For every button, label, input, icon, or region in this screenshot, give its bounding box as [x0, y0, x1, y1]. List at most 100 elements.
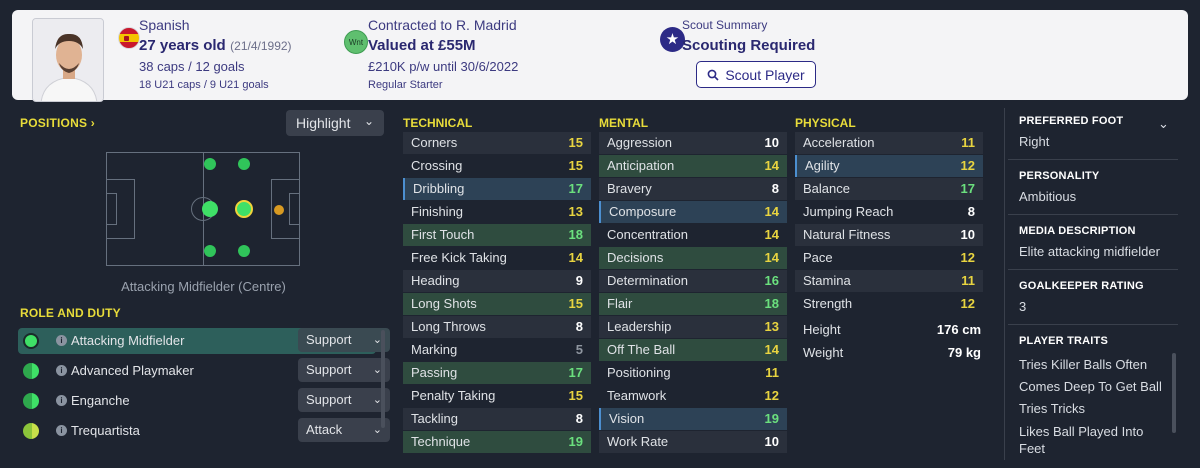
age: 27 years old — [139, 37, 226, 54]
squad-status: Regular Starter — [368, 79, 443, 91]
positions-title: POSITIONS — [20, 116, 88, 130]
attribute-row[interactable]: Work Rate 10 — [599, 431, 787, 453]
attribute-row[interactable]: Technique 19 — [403, 431, 591, 453]
role-row[interactable]: i Enganche Support ⌄ — [18, 388, 390, 414]
attribute-name: Anticipation — [607, 158, 675, 173]
divider — [1008, 324, 1178, 325]
attribute-row[interactable]: Stamina 11 — [795, 270, 983, 292]
divider — [1008, 269, 1178, 270]
attribute-row[interactable]: Decisions 14 — [599, 247, 787, 269]
attribute-row[interactable]: Free Kick Taking 14 — [403, 247, 591, 269]
wage-info: £210K p/w until 30/6/2022 — [368, 59, 519, 74]
attribute-row[interactable]: Composure 14 — [599, 201, 787, 223]
attribute-row[interactable]: Long Shots 15 — [403, 293, 591, 315]
attribute-value: 14 — [568, 250, 583, 265]
role-row[interactable]: i Advanced Playmaker Support ⌄ — [18, 358, 390, 384]
info-icon[interactable]: i — [56, 425, 67, 436]
role-row[interactable]: i Trequartista Attack ⌄ — [18, 418, 390, 444]
duty-dropdown[interactable]: Support ⌄ — [298, 328, 390, 352]
preferred-foot-value: Right — [1019, 134, 1050, 149]
attribute-value: 17 — [568, 181, 583, 196]
attribute-row[interactable]: Penalty Taking 15 — [403, 385, 591, 407]
attribute-name: Natural Fitness — [803, 227, 891, 242]
attribute-row[interactable]: Jumping Reach 8 — [795, 201, 983, 223]
attribute-row[interactable]: Long Throws 8 — [403, 316, 591, 338]
attribute-row[interactable]: Marking 5 — [403, 339, 591, 361]
attribute-row[interactable]: Vision 19 — [599, 408, 787, 430]
contract-label: Contracted to R. Madrid — [368, 17, 517, 33]
attribute-row[interactable]: Off The Ball 14 — [599, 339, 787, 361]
scout-player-button[interactable]: Scout Player — [696, 61, 816, 88]
right-goal-box — [289, 193, 299, 225]
attribute-row[interactable]: Flair 18 — [599, 293, 787, 315]
role-row[interactable]: i Attacking Midfielder Support ⌄ — [18, 328, 390, 354]
attribute-row[interactable]: Passing 17 — [403, 362, 591, 384]
attribute-value: 14 — [764, 250, 779, 265]
duty-dropdown[interactable]: Support ⌄ — [298, 358, 390, 382]
attribute-value: 16 — [764, 273, 779, 288]
height-value: 176 cm — [936, 322, 981, 337]
weight-value: 79 kg — [947, 345, 981, 360]
attribute-row[interactable]: Dribbling 17 — [403, 178, 591, 200]
attribute-row[interactable]: Anticipation 14 — [599, 155, 787, 177]
duty-label: Attack — [306, 422, 343, 437]
attribute-name: Teamwork — [607, 388, 667, 403]
attribute-name: Vision — [609, 411, 645, 426]
attribute-value: 15 — [568, 158, 583, 173]
duty-dropdown[interactable]: Attack ⌄ — [298, 418, 390, 442]
attribute-value: 12 — [960, 296, 975, 311]
attribute-value: 19 — [568, 434, 583, 449]
attribute-row[interactable]: Positioning 11 — [599, 362, 787, 384]
attribute-row[interactable]: Finishing 13 — [403, 201, 591, 223]
attribute-row[interactable]: Teamwork 12 — [599, 385, 787, 407]
info-icon[interactable]: i — [56, 395, 67, 406]
chevron-down-icon[interactable]: ⌄ — [1158, 116, 1169, 132]
info-icon[interactable]: i — [56, 365, 67, 376]
attribute-row[interactable]: Determination 16 — [599, 270, 787, 292]
attribute-row[interactable]: Concentration 14 — [599, 224, 787, 246]
attribute-name: Long Shots — [411, 296, 477, 311]
attribute-row[interactable]: Tackling 8 — [403, 408, 591, 430]
attribute-name: Heading — [411, 273, 460, 288]
attribute-name: Decisions — [607, 250, 664, 265]
attribute-row[interactable]: Aggression 10 — [599, 132, 787, 154]
attribute-row[interactable]: Crossing 15 — [403, 155, 591, 177]
nationality: Spanish — [139, 17, 190, 33]
highlight-dropdown[interactable]: Highlight ⌄ — [286, 110, 384, 136]
technical-heading: TECHNICAL — [403, 116, 473, 130]
attribute-row[interactable]: First Touch 18 — [403, 224, 591, 246]
attribute-row[interactable]: Leadership 13 — [599, 316, 787, 338]
attribute-row[interactable]: Balance 17 — [795, 178, 983, 200]
role-rating-icon — [23, 363, 39, 379]
scout-summary-label: Scout Summary — [682, 18, 768, 32]
attribute-row[interactable]: Natural Fitness 10 — [795, 224, 983, 246]
role-duty-heading: ROLE AND DUTY — [20, 306, 121, 320]
attribute-row[interactable]: Acceleration 11 — [795, 132, 983, 154]
attribute-row[interactable]: Heading 9 — [403, 270, 591, 292]
duty-dropdown[interactable]: Support ⌄ — [298, 388, 390, 412]
roles-scrollbar[interactable] — [381, 330, 385, 428]
attribute-row[interactable]: Pace 12 — [795, 247, 983, 269]
attribute-value: 18 — [764, 296, 779, 311]
attribute-value: 8 — [771, 181, 779, 196]
attribute-name: Tackling — [411, 411, 458, 426]
attribute-row[interactable]: Corners 15 — [403, 132, 591, 154]
role-rating-icon — [23, 393, 39, 409]
positions-heading[interactable]: POSITIONS › — [20, 116, 95, 130]
attribute-value: 8 — [967, 204, 975, 219]
info-icon[interactable]: i — [56, 335, 67, 346]
attribute-name: Determination — [607, 273, 688, 288]
position-caption: Attacking Midfielder (Centre) — [121, 279, 286, 294]
attribute-name: First Touch — [411, 227, 475, 242]
attribute-row[interactable]: Agility 12 — [795, 155, 983, 177]
attribute-name: Positioning — [607, 365, 671, 380]
attribute-name: Passing — [411, 365, 458, 380]
caps: 38 caps / 12 goals — [139, 59, 245, 74]
position-dot — [204, 245, 216, 257]
attribute-row[interactable]: Bravery 8 — [599, 178, 787, 200]
physical-heading: PHYSICAL — [795, 116, 856, 130]
attribute-name: Crossing — [411, 158, 463, 173]
traits-scrollbar[interactable] — [1172, 353, 1176, 433]
attribute-row[interactable]: Strength 12 — [795, 293, 983, 315]
attribute-name: Bravery — [607, 181, 652, 196]
